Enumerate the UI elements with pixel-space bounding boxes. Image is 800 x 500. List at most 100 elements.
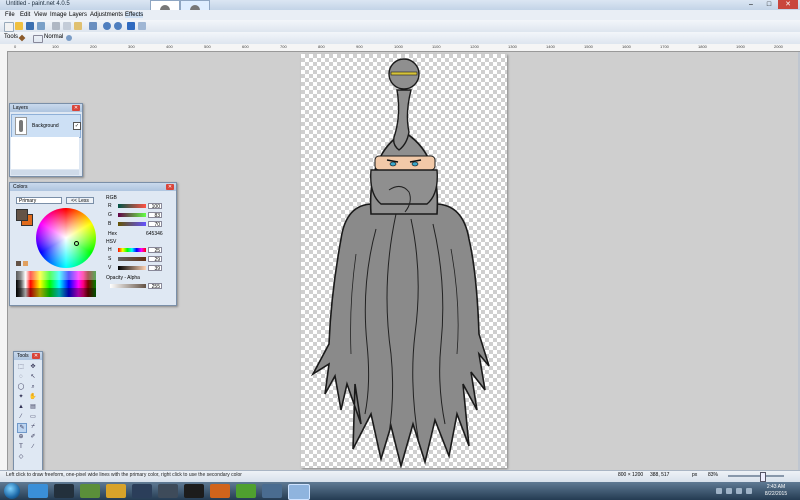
minimize-button[interactable]: – <box>742 0 760 9</box>
explorer-taskbar-icon[interactable] <box>106 484 126 498</box>
blue-slider[interactable] <box>118 222 146 226</box>
zoom-slider[interactable] <box>728 475 784 477</box>
ruler-icon[interactable] <box>138 22 146 30</box>
color-picker-icon[interactable]: ⌿ <box>29 423 37 431</box>
color-mode-select[interactable]: Primary <box>16 197 62 204</box>
layers-window[interactable]: Layers ✕ Background ✓ <box>9 103 83 177</box>
menu-effects[interactable]: Effects <box>125 12 144 18</box>
zoom-readout[interactable]: 83% <box>708 472 718 478</box>
start-button-icon[interactable] <box>4 483 20 499</box>
blue-value[interactable]: 70 <box>148 221 162 228</box>
text-icon[interactable]: T <box>17 443 25 451</box>
menu-layers[interactable]: Layers <box>69 12 87 18</box>
paintbrush-icon[interactable]: ⁄ <box>17 413 25 421</box>
recent-color-icon[interactable] <box>16 261 21 266</box>
redo-icon[interactable] <box>114 22 122 30</box>
tools-window-header[interactable]: Tools ✕ <box>14 352 42 360</box>
menu-adjustments[interactable]: Adjustments <box>90 12 123 18</box>
save-icon[interactable] <box>26 22 34 30</box>
new-icon[interactable] <box>4 22 14 32</box>
rectangle-select-icon[interactable]: ⬚ <box>17 363 25 371</box>
color-wheel-marker[interactable] <box>74 241 79 246</box>
copy-icon[interactable] <box>63 22 71 30</box>
flag-icon[interactable] <box>746 488 752 494</box>
saturation-slider[interactable] <box>118 257 146 261</box>
hex-value[interactable]: 645346 <box>146 231 163 237</box>
red-value[interactable]: 100 <box>148 203 162 210</box>
cut-icon[interactable] <box>52 22 60 30</box>
eraser-icon[interactable]: ▭ <box>29 413 37 421</box>
value-value[interactable]: 39 <box>148 265 162 272</box>
menu-image[interactable]: Image <box>50 12 67 18</box>
maximize-button[interactable]: □ <box>760 0 778 9</box>
pan-icon[interactable]: ✋ <box>29 393 37 401</box>
hue-value[interactable]: 25 <box>148 247 162 254</box>
zoom-slider-knob[interactable] <box>760 472 766 482</box>
volume-icon[interactable] <box>736 488 742 494</box>
units-select[interactable]: px <box>692 472 697 478</box>
less-button[interactable]: << Less <box>66 197 94 204</box>
zoom-icon[interactable]: ⌕ <box>29 383 37 391</box>
red-slider[interactable] <box>118 204 146 208</box>
recolor-icon[interactable]: ✐ <box>29 433 37 441</box>
value-slider[interactable] <box>118 266 146 270</box>
ellipse-select-icon[interactable]: ◯ <box>17 383 25 391</box>
tools-window[interactable]: Tools ✕ ⬚ ✥ ◌ ↖ ◯ ⌕ ✦ ✋ ▲ ▤ ⁄ ▭ ✎ ⌿ ⊕ ✐ … <box>13 351 43 473</box>
gradient-icon[interactable]: ▤ <box>29 403 37 411</box>
layers-close-icon[interactable]: ✕ <box>72 105 80 111</box>
menu-edit[interactable]: Edit <box>20 12 30 18</box>
antialias-icon[interactable] <box>33 35 43 43</box>
colors-window-header[interactable]: Colors ✕ <box>10 183 176 191</box>
primary-color-swatch[interactable] <box>16 209 28 221</box>
undo-icon[interactable] <box>103 22 111 30</box>
steam-taskbar-icon[interactable] <box>132 484 152 498</box>
layers-window-header[interactable]: Layers ✕ <box>10 104 82 112</box>
alpha-blend-icon[interactable] <box>66 35 72 41</box>
opacity-slider[interactable] <box>110 284 146 288</box>
lasso-icon[interactable]: ◌ <box>17 373 25 381</box>
folder-taskbar-icon[interactable] <box>236 484 256 498</box>
line-curve-icon[interactable]: ∕ <box>29 443 37 451</box>
clone-stamp-icon[interactable]: ⊕ <box>17 433 25 441</box>
grid-icon[interactable] <box>127 22 135 30</box>
move-selection-icon[interactable]: ↖ <box>29 373 37 381</box>
saturation-value[interactable]: 29 <box>148 256 162 263</box>
layer-row[interactable]: Background ✓ <box>11 114 81 138</box>
media-taskbar-icon[interactable] <box>54 484 74 498</box>
paste-icon[interactable] <box>74 22 82 30</box>
layers-toolbar[interactable] <box>11 170 79 175</box>
pencil-icon[interactable]: ✎ <box>17 423 27 433</box>
color-palette[interactable] <box>16 271 96 297</box>
obs-taskbar-icon[interactable] <box>184 484 204 498</box>
colors-close-icon[interactable]: ✕ <box>166 184 174 190</box>
paint-bucket-icon[interactable]: ▲ <box>17 403 25 411</box>
move-icon[interactable]: ✥ <box>29 363 37 371</box>
menu-file[interactable]: File <box>5 12 15 18</box>
color-wheel[interactable] <box>36 208 96 268</box>
close-button[interactable]: ✕ <box>778 0 798 9</box>
green-slider[interactable] <box>118 213 146 217</box>
minecraft-taskbar-icon[interactable] <box>80 484 100 498</box>
menu-view[interactable]: View <box>34 12 47 18</box>
blend-mode-select[interactable]: Normal <box>44 34 63 40</box>
layer-visibility-checkbox[interactable]: ✓ <box>73 122 81 130</box>
magic-wand-icon[interactable]: ✦ <box>17 393 25 401</box>
crop-icon[interactable] <box>89 22 97 30</box>
taskbar-clock[interactable]: 2:43 AM 8/22/2015 <box>756 484 796 498</box>
colors-window[interactable]: Colors ✕ Primary << Less RGB R 100 G 83 … <box>9 182 177 306</box>
hue-slider[interactable] <box>118 248 146 252</box>
open-icon[interactable] <box>15 22 23 30</box>
tray-arrow-icon[interactable] <box>716 488 722 494</box>
paintnet-taskbar-icon[interactable] <box>288 484 310 500</box>
green-value[interactable]: 83 <box>148 212 162 219</box>
tools-close-icon[interactable]: ✕ <box>32 353 40 359</box>
print-icon[interactable] <box>37 22 45 30</box>
image-canvas[interactable] <box>301 54 507 468</box>
opacity-value[interactable]: 255 <box>148 283 162 290</box>
fl-taskbar-icon[interactable] <box>210 484 230 498</box>
app-taskbar-icon[interactable] <box>158 484 178 498</box>
shapes-icon[interactable]: ◇ <box>17 453 25 461</box>
ie-taskbar-icon[interactable] <box>28 484 48 498</box>
recent-color-icon-2[interactable] <box>23 261 28 266</box>
vm-taskbar-icon[interactable] <box>262 484 282 498</box>
